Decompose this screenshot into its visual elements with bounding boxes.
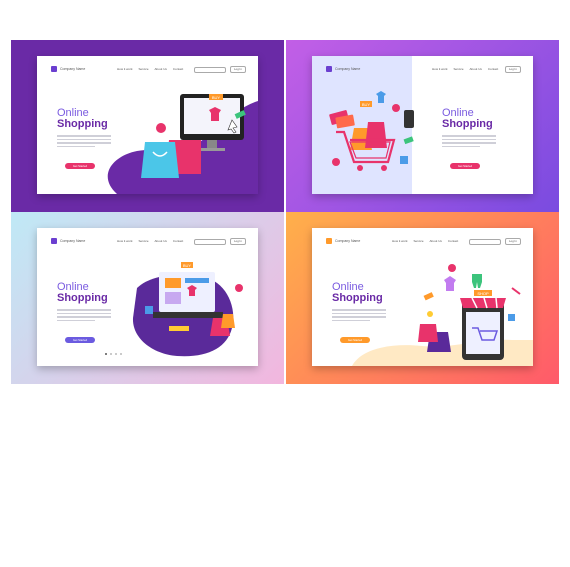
heart-icon [156,123,166,133]
slide-1-card: Company Name How it work Service About U… [37,56,258,194]
lipstick-icon [511,287,521,295]
location-pin-icon [332,158,340,166]
price-tag-icon [423,292,434,301]
heart-icon [392,104,400,112]
buy-tag-label: BUY [212,95,221,100]
slide-2-background: Company Name How it work Service About U… [286,40,559,212]
laptop-illustration: BUY [132,262,243,357]
shorts-icon [472,274,482,288]
laptop-base [153,312,223,318]
shopping-bag-pink [418,324,438,342]
shopping-bag-orange [221,314,235,328]
slide-1-background: Company Name How it work Service About U… [11,40,284,212]
slide-2-card: Company Name How it work Service About U… [312,56,533,194]
shirt-icon [376,91,386,103]
shopping-bag-blue [141,142,179,178]
shopping-bag-pink [365,122,387,148]
slide-3-card: Company Name How it work Service About U… [37,228,258,366]
thumbs-up-icon [400,156,408,164]
location-pin-icon [448,264,456,272]
location-pin-icon [235,284,243,292]
buy-tag-label: BUY [362,102,371,107]
thumbs-up-icon [508,314,515,321]
cart-illustration: BUY [329,91,414,171]
shopping-illustration: BUY [107,94,258,194]
price-tag-icon [403,136,414,145]
coin-icon [427,311,433,317]
store-illustration: SHOP [352,264,533,366]
slide-4-card: Company Name How it work Service About U… [312,228,533,366]
slide-4-background: Company Name How it work Service About U… [286,212,559,384]
thumbs-up-icon [145,306,153,314]
shop-awning [460,298,506,308]
shop-sign-label: SHOP [477,291,489,296]
shirt-icon [444,276,456,291]
buy-tag-label: BUY [183,263,192,268]
smartphone-icon [404,110,414,128]
rating-stars [169,326,189,331]
slide-3-background: Company Name How it work Service About U… [11,212,284,384]
